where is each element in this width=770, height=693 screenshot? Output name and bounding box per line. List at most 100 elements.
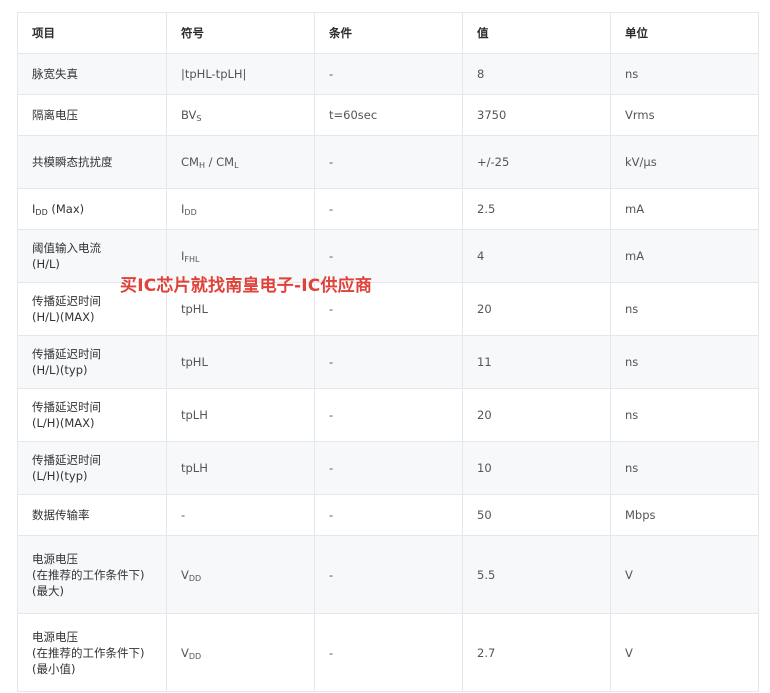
cell-condition: - bbox=[314, 282, 463, 336]
item-line: (L/H)(MAX) bbox=[32, 416, 95, 430]
cell-value: +/-25 bbox=[462, 135, 611, 189]
cell-condition: - bbox=[314, 388, 463, 442]
cell-value: 11 bbox=[462, 335, 611, 389]
item-line: (H/L)(MAX) bbox=[32, 310, 95, 324]
cell-item: 阈值输入电流 (H/L) bbox=[17, 229, 167, 283]
cell-unit: ns bbox=[610, 53, 759, 95]
cell-symbol: BVS bbox=[166, 94, 315, 136]
symbol-main: V bbox=[181, 567, 189, 582]
item-line: (H/L)(typ) bbox=[32, 363, 88, 377]
cell-item: 传播延迟时间 (H/L)(typ) bbox=[17, 335, 167, 389]
table-row: 电源电压 (在推荐的工作条件下) (最大) VDD - 5.5 V bbox=[17, 535, 759, 614]
item-line: (在推荐的工作条件下) bbox=[32, 645, 145, 660]
cell-unit: ns bbox=[610, 441, 759, 495]
cell-symbol: tpHL bbox=[166, 282, 315, 336]
cell-value: 20 bbox=[462, 282, 611, 336]
item-line: 传播延迟时间 bbox=[32, 294, 101, 308]
item-line: 传播延迟时间 bbox=[32, 453, 101, 467]
cell-item: 传播延迟时间 (H/L)(MAX) bbox=[17, 282, 167, 336]
symbol-main: CM bbox=[216, 155, 235, 169]
table-row: 传播延迟时间 (L/H)(MAX) tpLH - 20 ns bbox=[17, 388, 759, 442]
item-line: 传播延迟时间 bbox=[32, 347, 101, 361]
cell-unit: ns bbox=[610, 388, 759, 442]
cell-unit: ns bbox=[610, 335, 759, 389]
cell-unit: kV/μs bbox=[610, 135, 759, 189]
table-row: 传播延迟时间 (H/L)(MAX) tpHL - 20 ns bbox=[17, 282, 759, 336]
cell-condition: - bbox=[314, 535, 463, 614]
table-row: 传播延迟时间 (L/H)(typ) tpLH - 10 ns bbox=[17, 441, 759, 495]
cell-unit: mA bbox=[610, 229, 759, 283]
cell-symbol: tpHL bbox=[166, 335, 315, 389]
symbol-separator: / bbox=[204, 155, 217, 169]
item-line: 阈值输入电流 bbox=[32, 241, 101, 255]
cell-unit: mA bbox=[610, 188, 759, 230]
cell-item: 脉宽失真 bbox=[17, 53, 167, 95]
cell-condition: - bbox=[314, 135, 463, 189]
symbol-main: BV bbox=[181, 108, 197, 122]
cell-unit: V bbox=[610, 535, 759, 614]
cell-item: 电源电压 (在推荐的工作条件下) (最大) bbox=[17, 535, 167, 614]
cell-condition: - bbox=[314, 441, 463, 495]
cell-unit: Vrms bbox=[610, 94, 759, 136]
table-row: 隔离电压 BVS t=60sec 3750 Vrms bbox=[17, 94, 759, 136]
symbol-main: CM bbox=[181, 155, 199, 169]
cell-item: 数据传输率 bbox=[17, 494, 167, 536]
table-row: 阈值输入电流 (H/L) IFHL - 4 mA bbox=[17, 229, 759, 283]
item-suffix: (Max) bbox=[47, 202, 85, 216]
cell-symbol: IDD bbox=[166, 188, 315, 230]
symbol-main: V bbox=[181, 645, 189, 660]
symbol-sub: DD bbox=[188, 651, 202, 661]
symbol-sub: DD bbox=[188, 573, 202, 583]
cell-unit: ns bbox=[610, 282, 759, 336]
header-item: 项目 bbox=[17, 12, 167, 54]
table-row: 传播延迟时间 (H/L)(typ) tpHL - 11 ns bbox=[17, 335, 759, 389]
cell-condition: t=60sec bbox=[314, 94, 463, 136]
header-value: 值 bbox=[462, 12, 611, 54]
item-line: (在推荐的工作条件下) bbox=[32, 567, 145, 582]
table-row: IDD (Max) IDD - 2.5 mA bbox=[17, 188, 759, 230]
cell-value: 3750 bbox=[462, 94, 611, 136]
item-line: (H/L) bbox=[32, 257, 60, 271]
cell-value: 2.5 bbox=[462, 188, 611, 230]
header-symbol: 符号 bbox=[166, 12, 315, 54]
cell-item: 电源电压 (在推荐的工作条件下) (最小值) bbox=[17, 613, 167, 692]
cell-unit: V bbox=[610, 613, 759, 692]
table-row: 电源电压 (在推荐的工作条件下) (最小值) VDD - 2.7 V bbox=[17, 613, 759, 692]
table-row: 脉宽失真 |tpHL-tpLH| - 8 ns bbox=[17, 53, 759, 95]
cell-value: 20 bbox=[462, 388, 611, 442]
cell-item: 隔离电压 bbox=[17, 94, 167, 136]
cell-item: IDD (Max) bbox=[17, 188, 167, 230]
symbol-sub: L bbox=[234, 161, 239, 170]
cell-condition: - bbox=[314, 335, 463, 389]
cell-symbol: VDD bbox=[166, 535, 315, 614]
cell-symbol: VDD bbox=[166, 613, 315, 692]
symbol-sub: DD bbox=[184, 208, 197, 217]
cell-item: 共模瞬态抗扰度 bbox=[17, 135, 167, 189]
cell-value: 8 bbox=[462, 53, 611, 95]
cell-item: 传播延迟时间 (L/H)(typ) bbox=[17, 441, 167, 495]
symbol-sub: S bbox=[196, 114, 202, 123]
cell-value: 10 bbox=[462, 441, 611, 495]
item-line: (最小值) bbox=[32, 661, 76, 676]
item-line: (L/H)(typ) bbox=[32, 469, 88, 483]
item-line: (最大) bbox=[32, 583, 64, 598]
cell-condition: - bbox=[314, 229, 463, 283]
cell-value: 4 bbox=[462, 229, 611, 283]
cell-value: 5.5 bbox=[462, 535, 611, 614]
cell-symbol: IFHL bbox=[166, 229, 315, 283]
cell-item: 传播延迟时间 (L/H)(MAX) bbox=[17, 388, 167, 442]
cell-value: 50 bbox=[462, 494, 611, 536]
cell-symbol: |tpHL-tpLH| bbox=[166, 53, 315, 95]
cell-symbol: tpLH bbox=[166, 441, 315, 495]
cell-condition: - bbox=[314, 613, 463, 692]
header-unit: 单位 bbox=[610, 12, 759, 54]
spec-table: 项目 符号 条件 值 单位 脉宽失真 |tpHL-tpLH| - 8 ns 隔离… bbox=[17, 12, 759, 692]
header-condition: 条件 bbox=[314, 12, 463, 54]
cell-symbol: tpLH bbox=[166, 388, 315, 442]
symbol-sub: FHL bbox=[184, 255, 200, 264]
cell-unit: Mbps bbox=[610, 494, 759, 536]
cell-symbol: - bbox=[166, 494, 315, 536]
item-line: 电源电压 bbox=[32, 551, 78, 566]
cell-condition: - bbox=[314, 494, 463, 536]
cell-value: 2.7 bbox=[462, 613, 611, 692]
